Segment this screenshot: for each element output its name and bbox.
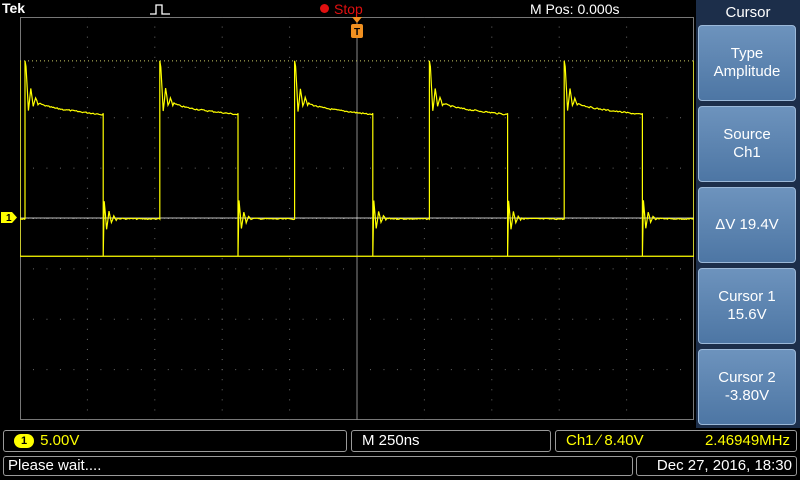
top-status-bar: Tek Stop M Pos: 0.000s: [0, 0, 694, 18]
acquisition-state-label: Stop: [334, 1, 363, 17]
ch1-scale-value: 5.00V: [40, 432, 80, 449]
button-value: 15.6V: [727, 306, 767, 323]
brand-logo: Tek: [2, 0, 26, 16]
trigger-source: Ch1: [566, 432, 594, 449]
trigger-slope-icon: ∕: [597, 432, 601, 449]
trigger-position-marker[interactable]: T: [351, 17, 363, 38]
ch1-badge: 1: [14, 434, 35, 448]
trigger-readout[interactable]: Ch1 ∕ 8.40V 2.46949MHz: [555, 430, 797, 452]
ch1-scale-readout[interactable]: 1 5.00V: [3, 430, 347, 452]
trigger-badge-label: T: [354, 27, 360, 38]
status-message: Please wait....: [3, 456, 633, 476]
timebase-readout[interactable]: M 250ns: [351, 430, 551, 452]
button-label: Source: [723, 126, 771, 143]
cursor-2-button[interactable]: Cursor 2 -3.80V: [698, 349, 796, 425]
pulse-trigger-icon: [150, 4, 170, 15]
button-label: Cursor 2: [718, 369, 776, 386]
readout-bar: 1 5.00V M 250ns Ch1 ∕ 8.40V 2.46949MHz: [0, 430, 800, 454]
cursor-source-button[interactable]: Source Ch1: [698, 106, 796, 182]
trigger-arrow-icon: [352, 17, 362, 23]
stop-indicator-icon: [320, 4, 329, 13]
date-time: Dec 27, 2016, 18:30: [636, 456, 797, 476]
delta-v-button[interactable]: ΔV 19.4V: [698, 187, 796, 263]
ch1-marker-label: 1: [6, 213, 12, 224]
button-value: Ch1: [733, 144, 761, 161]
button-label: Cursor 1: [718, 288, 776, 305]
cursor-side-menu: Cursor Type Amplitude Source Ch1 ΔV 19.4…: [696, 0, 800, 428]
oscilloscope-display[interactable]: T: [20, 17, 694, 420]
button-label: Type: [730, 45, 764, 62]
ch1-ground-marker[interactable]: 1: [0, 211, 18, 224]
trigger-level: 8.40V: [604, 432, 644, 449]
horizontal-position-readout: M Pos: 0.000s: [530, 1, 620, 17]
button-label: ΔV 19.4V: [715, 216, 779, 233]
acquisition-state: Stop: [320, 1, 363, 17]
frequency-readout: 2.46949MHz: [704, 432, 790, 449]
timebase-value: M 250ns: [362, 432, 420, 449]
button-value: Amplitude: [713, 63, 781, 80]
cursor-type-button[interactable]: Type Amplitude: [698, 25, 796, 101]
cursor-1-button[interactable]: Cursor 1 15.6V: [698, 268, 796, 344]
menu-title: Cursor: [725, 4, 771, 21]
button-value: -3.80V: [724, 387, 770, 404]
